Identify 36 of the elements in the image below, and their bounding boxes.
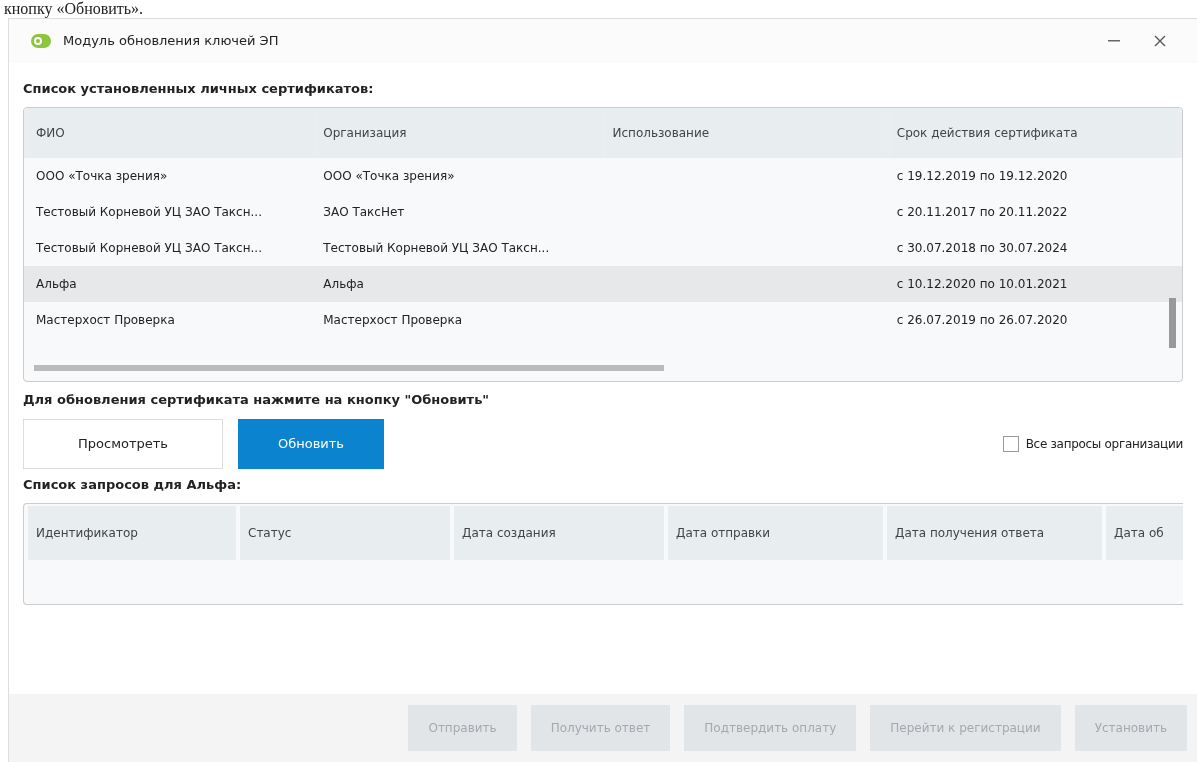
table-cell: Тестовый Корневой УЦ ЗАО Таксн... — [36, 204, 262, 219]
column-header[interactable]: Идентификатор — [28, 505, 236, 560]
section-heading: Список запросов для Альфа: — [23, 476, 243, 494]
view-button[interactable]: Просмотреть — [23, 419, 223, 469]
window-title: Модуль обновления ключей ЭП — [63, 32, 279, 51]
column-header[interactable]: Дата отправки — [668, 505, 883, 560]
table-cell: Альфа — [36, 276, 77, 291]
table-cell: с 30.07.2018 по 30.07.2024 — [896, 240, 1068, 255]
horizontal-scrollbar[interactable] — [34, 364, 664, 371]
table-cell: с 19.12.2019 по 19.12.2020 — [896, 168, 1068, 183]
table-cell: Тестовый Корневой УЦ ЗАО Таксн... — [36, 240, 262, 255]
update-button[interactable]: Обновить — [238, 419, 384, 469]
column-header[interactable]: Дата об — [1106, 505, 1183, 560]
close-icon — [1154, 35, 1166, 47]
checkbox-label: Все запросы организации — [1025, 436, 1183, 453]
table-cell: Альфа — [323, 276, 364, 291]
column-header[interactable]: Дата получения ответа — [887, 505, 1102, 560]
section-heading: Список установленных личных сертификатов: — [23, 80, 375, 98]
app-logo-icon — [31, 34, 51, 48]
column-header[interactable]: Дата создания — [454, 505, 664, 560]
table-cell: с 10.12.2020 по 10.01.2021 — [896, 276, 1068, 291]
checkbox[interactable] — [1002, 436, 1019, 452]
table-row[interactable]: Альфа Альфа с 10.12.2020 по 10.01.2021 — [24, 265, 1182, 302]
table-cell: Тестовый Корневой УЦ ЗАО Таксн... — [323, 240, 550, 255]
document-text: кнопку «Обновить». — [3, 0, 145, 18]
table-cell: Мастерхост Проверка — [323, 312, 463, 327]
table-cell: ООО «Точка зрения» — [323, 168, 455, 183]
table-cell: Мастерхост Проверка — [36, 312, 175, 327]
column-header[interactable]: Статус — [240, 505, 450, 560]
vertical-scrollbar[interactable] — [1169, 297, 1176, 348]
table-cell: с 26.07.2019 по 26.07.2020 — [896, 312, 1068, 327]
table-cell: ЗАО ТаксНет — [323, 204, 405, 219]
table-cell: с 20.11.2017 по 20.11.2022 — [896, 204, 1068, 219]
minimize-icon — [1108, 40, 1120, 42]
hint-text: Для обновления сертификата нажмите на кнопку "Обновить" — [23, 390, 491, 409]
table-cell: ООО «Точка зрения» — [36, 168, 168, 183]
